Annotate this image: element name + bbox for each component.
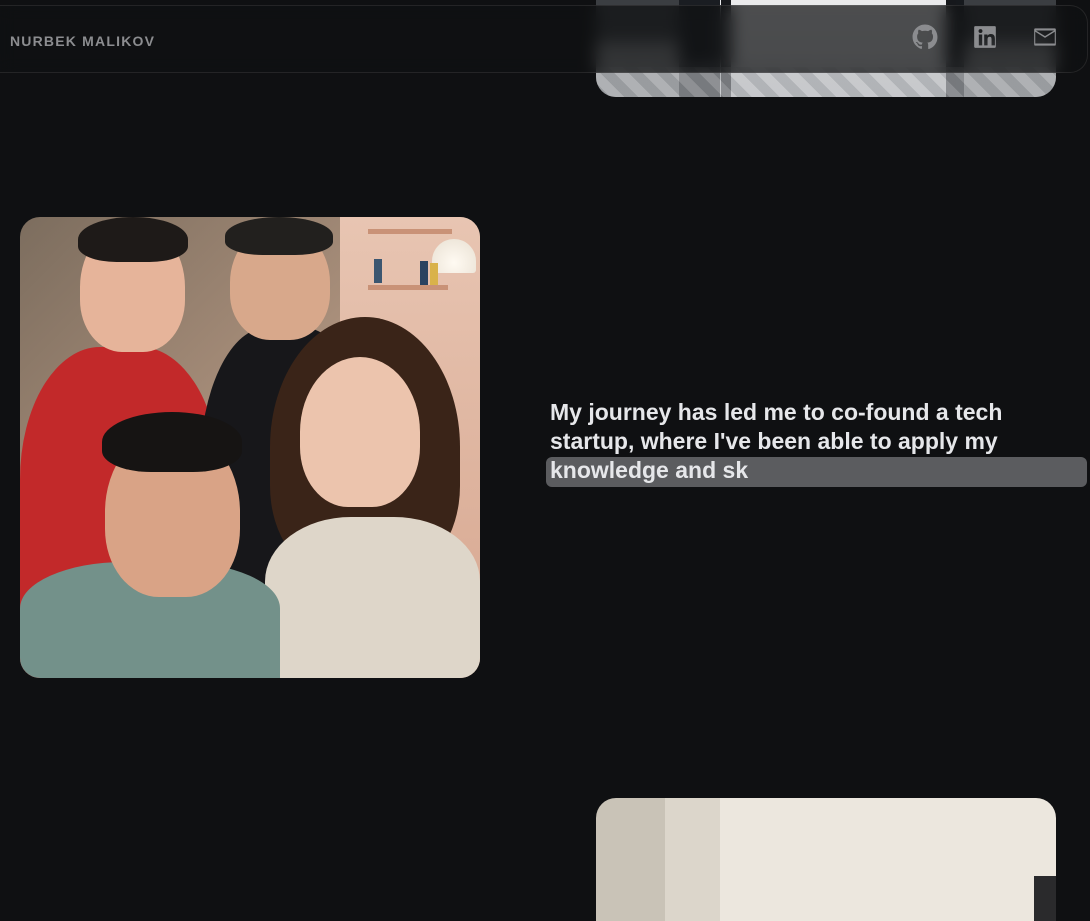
photo-shelf — [368, 285, 448, 290]
github-link[interactable] — [911, 23, 939, 51]
photo-book — [430, 263, 438, 285]
photo-bottom-edge — [1034, 876, 1056, 921]
photo-book — [420, 261, 428, 285]
site-brand[interactable]: NURBEK MALIKOV — [10, 33, 155, 49]
photo-bottom — [596, 798, 1056, 921]
github-icon — [912, 24, 938, 50]
photo-shelf — [368, 229, 452, 234]
story-line-3: knowledge and sk — [550, 457, 749, 483]
page: My journey has led me to co-found a tech… — [0, 0, 1090, 921]
story-line-1: My journey has led me to co-found a tech — [550, 399, 1003, 425]
photo-person-sweater — [265, 517, 480, 678]
email-link[interactable] — [1031, 23, 1059, 51]
group-photo — [20, 217, 480, 678]
photo-hair — [225, 217, 333, 255]
photo-hair — [102, 412, 242, 472]
story-text: My journey has led me to co-found a tech… — [550, 398, 1070, 485]
linkedin-icon — [974, 26, 996, 48]
story-line-2: startup, where I've been able to apply m… — [550, 428, 998, 454]
photo-book — [374, 259, 382, 283]
mail-icon — [1034, 28, 1056, 46]
photo-hair — [78, 217, 188, 262]
linkedin-link[interactable] — [971, 23, 999, 51]
photo-face — [300, 357, 420, 507]
